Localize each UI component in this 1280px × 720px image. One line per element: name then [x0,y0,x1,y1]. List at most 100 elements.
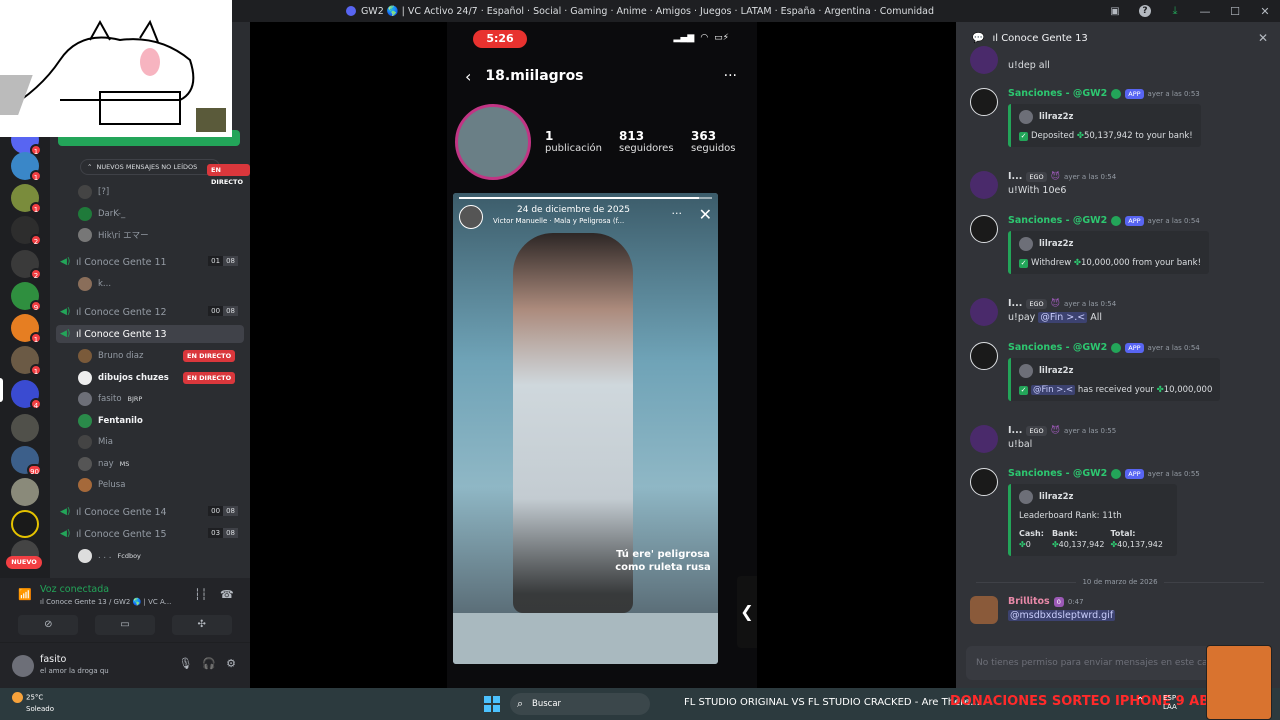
close-icon[interactable]: ✕ [1258,31,1268,45]
chevron-up-icon: ⌃ [87,163,93,171]
unread-badge: 1 [30,364,42,376]
avatar[interactable] [970,171,998,199]
voice-user[interactable]: Fentanilo [78,412,143,430]
voice-channel-info[interactable]: ıl Conoce Gente 13 / GW2 🌎 | VC A... [40,598,171,606]
author-name[interactable]: I... [1008,298,1022,309]
avatar[interactable] [970,596,998,624]
avatar[interactable] [970,46,998,74]
running-app-title[interactable]: FL STUDIO ORIGINAL VS FL STUDIO CRACKED … [684,697,980,708]
voice-user[interactable]: Bruno diaz [78,347,143,365]
back-arrow-icon[interactable]: ‹ [465,67,471,86]
voice-user[interactable]: nay MS [78,455,129,473]
new-badge[interactable]: NUEVO [6,556,42,569]
minimize-button[interactable]: — [1190,5,1220,18]
soundboard-icon[interactable]: ┆┆ [194,588,207,601]
start-button[interactable] [484,696,500,712]
avatar[interactable] [970,342,998,370]
avatar[interactable] [970,88,998,116]
more-icon[interactable]: ··· [724,68,737,84]
server-icon[interactable]: 1 [11,346,42,376]
voice-user[interactable]: DarK-_ [78,205,125,223]
server-icon[interactable]: 2 [11,250,42,280]
story-viewer[interactable]: 24 de diciembre de 2025 Victor Manuelle … [453,193,718,664]
voice-user[interactable]: . . . Fcdboy [78,547,141,565]
voice-user[interactable]: fasito BJRP [78,390,142,408]
stat-followers[interactable]: 813 seguidores [619,129,674,154]
embed: lilraz2z ✓ Deposited ✤50,137,942 to your … [1008,104,1201,147]
author-name[interactable]: I... [1008,171,1022,182]
voice-channel-12[interactable]: ◀) ıl Conoce Gente 12 00 08 [56,303,244,321]
tray-chevron-icon[interactable]: ⌃ [1136,696,1144,707]
author-name[interactable]: Sanciones - @GW2 [1008,88,1107,99]
microphone-icon[interactable]: 🎙 [178,657,192,670]
server-icon[interactable] [11,510,39,538]
avatar[interactable] [970,468,998,496]
server-icon[interactable]: 1 [11,152,42,182]
camera-off-icon[interactable]: ⊘ [18,615,79,635]
voice-user[interactable]: Mia [78,433,113,451]
story-song[interactable]: Victor Manuelle · Mala y Peligrosa (f... [493,217,624,225]
headphones-icon[interactable]: 🎧 [202,657,216,670]
avatar[interactable] [970,298,998,326]
weather-widget[interactable]: 25°C Soleado [12,692,54,715]
voice-channel-11[interactable]: ◀) ıl Conoce Gente 11 01 08 [56,253,244,271]
author-name[interactable]: I... [1008,425,1022,436]
help-icon[interactable]: ? [1139,5,1151,17]
timestamp: ayer a las 0:55 [1064,426,1117,435]
screen-share-icon[interactable]: ▭ [94,615,155,635]
author-name[interactable]: 𝗕𝗿𝗶𝗹𝗹𝗶𝘁𝗼𝘀 [1008,596,1050,607]
avatar [78,277,92,291]
voice-user[interactable]: 𝗱𝗶𝗯𝘂𝗷𝗼𝘀 𝗰𝗵𝘂𝘇𝗲𝘀 [78,369,169,387]
language-indicator[interactable]: ESP LAA [1163,694,1177,712]
server-gw2[interactable]: 4 [11,380,42,410]
voice-channel-15[interactable]: ◀) ıl Conoce Gente 15 03 08 [56,525,244,543]
voice-user[interactable]: Pelusa [78,476,125,494]
voice-user[interactable]: [?] [78,183,109,201]
download-icon[interactable]: ⤓ [1160,4,1190,18]
voice-channel-14[interactable]: ◀) ıl Conoce Gente 14 00 08 [56,503,244,521]
user-mention[interactable]: @Fin >.< [1031,385,1076,395]
disconnect-icon[interactable]: ☎ [220,588,234,601]
more-icon[interactable]: ··· [672,207,683,220]
author-name[interactable]: Sanciones - @GW2 [1008,468,1107,479]
collapse-arrow-icon[interactable]: ❮ [737,576,757,648]
server-icon[interactable]: 2 [11,216,42,246]
voice-user[interactable]: Hik\ri エマー [78,226,149,244]
inbox-icon[interactable]: ▣ [1100,6,1130,17]
server-icon[interactable]: 1 [11,184,42,214]
taskbar-search[interactable]: Buscar [510,693,650,715]
voice-user[interactable]: k... [78,275,111,293]
gear-icon[interactable]: ⚙ [226,657,236,670]
user-mention[interactable]: @Fin >.< [1038,312,1088,323]
close-button[interactable]: ✕ [1250,5,1280,18]
profile-avatar[interactable] [455,104,531,180]
server-icon[interactable]: 1 [11,314,42,344]
close-icon[interactable]: ✕ [699,205,712,224]
unread-badge: 9 [30,300,42,312]
server-icon[interactable]: 90 [11,446,42,476]
avatar[interactable] [970,425,998,453]
voice-status: Voz conectada [40,584,110,595]
total-header: Total: [1110,529,1136,538]
avatar[interactable] [12,655,34,677]
author-name[interactable]: Sanciones - @GW2 [1008,215,1107,226]
stream-view[interactable]: 5:26 ▂▄▆ ◠ ▭⚡ ‹ 18.miilagros ··· 1 publi… [250,22,956,688]
new-unread-pill[interactable]: ⌃ NUEVOS MENSAJES NO LEÍDOS [80,159,220,175]
avatar [78,207,92,221]
server-icon[interactable] [11,414,39,442]
activities-icon[interactable]: ✣ [171,615,232,635]
gif-link[interactable]: @msdbxdsleptwrd.gif [1008,610,1116,621]
maximize-button[interactable]: ☐ [1220,5,1250,18]
stat-following[interactable]: 363 seguidos [691,129,736,154]
server-icon[interactable] [11,478,39,506]
live-badge: EN DIRECTO [183,372,236,384]
voice-channel-13[interactable]: ◀) ıl Conoce Gente 13 [56,325,244,343]
cash-header: Cash: [1019,529,1044,538]
avatar[interactable] [970,215,998,243]
author-name[interactable]: Sanciones - @GW2 [1008,342,1107,353]
phone-status-icons: ▂▄▆ ◠ ▭⚡ [674,33,729,43]
story-avatar[interactable] [459,205,483,229]
unread-badge: 2 [30,268,42,280]
server-icon[interactable]: 9 [11,282,42,312]
embed: lilraz2z ✓ @Fin >.< has received your ✤10… [1008,358,1221,401]
